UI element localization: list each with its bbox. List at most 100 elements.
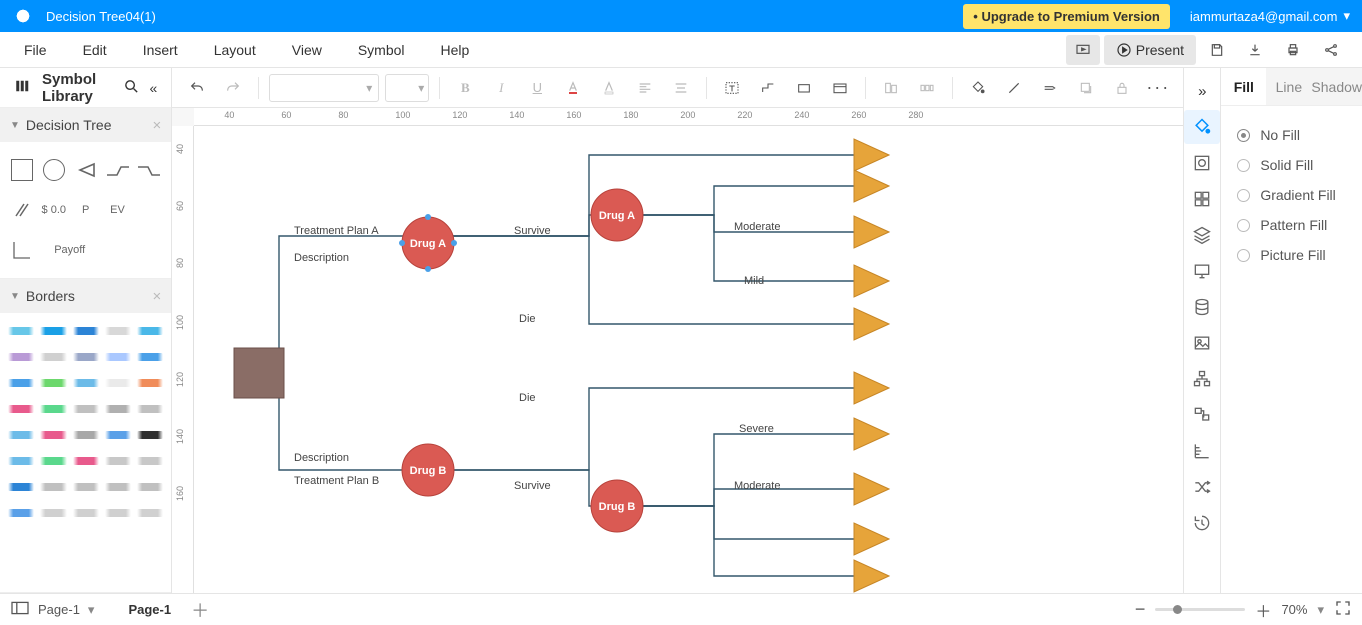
image-button[interactable]	[1184, 326, 1220, 360]
border-style[interactable]	[73, 353, 99, 361]
shape-line2[interactable]	[135, 152, 163, 188]
bold-button[interactable]: B	[450, 73, 480, 103]
menu-file[interactable]: File	[6, 32, 65, 68]
border-style[interactable]	[40, 457, 66, 465]
upgrade-button[interactable]: • Upgrade to Premium Version	[963, 4, 1170, 29]
lock-button[interactable]	[1107, 73, 1137, 103]
shape-payoff[interactable]: Payoff	[40, 232, 100, 268]
root-decision-node[interactable]	[234, 348, 284, 398]
border-style[interactable]	[73, 431, 99, 439]
chance-node-drug-a[interactable]: Drug A	[399, 214, 457, 272]
zoom-in-button[interactable]: ＋	[1255, 598, 1271, 622]
tab-shadow[interactable]: Shadow	[1311, 68, 1362, 105]
italic-button[interactable]: I	[486, 73, 516, 103]
menu-symbol[interactable]: Symbol	[340, 32, 423, 68]
border-style[interactable]	[40, 379, 66, 387]
border-style[interactable]	[73, 405, 99, 413]
shape-line1[interactable]	[104, 152, 132, 188]
tab-line[interactable]: Line	[1266, 68, 1311, 105]
border-style[interactable]	[73, 509, 99, 517]
font-size-select[interactable]: ▾	[385, 74, 429, 102]
page-panel-icon[interactable]	[10, 600, 30, 619]
container-button[interactable]	[825, 73, 855, 103]
end-node[interactable]	[854, 308, 889, 340]
shape-p[interactable]: P	[72, 192, 100, 228]
border-style[interactable]	[40, 483, 66, 491]
border-style[interactable]	[40, 509, 66, 517]
layers-button[interactable]	[1184, 218, 1220, 252]
border-style[interactable]	[8, 379, 34, 387]
font-family-select[interactable]: ▾	[269, 74, 379, 102]
shape-circle[interactable]	[40, 152, 68, 188]
search-button[interactable]	[123, 78, 140, 98]
add-page-button[interactable]: ＋	[191, 597, 209, 623]
zoom-slider[interactable]	[1155, 608, 1245, 611]
border-style[interactable]	[8, 431, 34, 439]
grid-tool-button[interactable]	[1184, 182, 1220, 216]
end-node[interactable]	[854, 139, 889, 171]
border-style[interactable]	[8, 405, 34, 413]
border-style[interactable]	[105, 483, 131, 491]
border-style[interactable]	[137, 327, 163, 335]
shuffle-button[interactable]	[1184, 470, 1220, 504]
history-button[interactable]	[1184, 506, 1220, 540]
chance-node-drug-a2[interactable]: Drug A	[591, 189, 643, 241]
border-style[interactable]	[105, 509, 131, 517]
border-style[interactable]	[40, 353, 66, 361]
shadow-button[interactable]	[1071, 73, 1101, 103]
highlight-button[interactable]	[594, 73, 624, 103]
shape-ev[interactable]: EV	[104, 192, 132, 228]
menu-view[interactable]: View	[274, 32, 340, 68]
border-style[interactable]	[105, 353, 131, 361]
more-button[interactable]: ···	[1143, 73, 1173, 103]
download-button[interactable]	[1238, 35, 1272, 65]
slideshow-settings-button[interactable]	[1066, 35, 1100, 65]
section-decision-tree[interactable]: ▼ Decision Tree ×	[0, 108, 171, 142]
menu-edit[interactable]: Edit	[65, 32, 125, 68]
canvas[interactable]: Drug A Drug A Drug B Drug B	[194, 126, 1183, 593]
shape-button[interactable]	[789, 73, 819, 103]
page-tab[interactable]: Page-1	[118, 598, 181, 621]
chance-node-drug-b[interactable]: Drug B	[402, 444, 454, 496]
end-node[interactable]	[854, 372, 889, 404]
line-color-button[interactable]	[999, 73, 1029, 103]
page-select[interactable]: Page-1	[38, 602, 80, 617]
end-node[interactable]	[854, 216, 889, 248]
border-style[interactable]	[137, 457, 163, 465]
border-style[interactable]	[8, 509, 34, 517]
connector-button[interactable]	[753, 73, 783, 103]
undo-button[interactable]	[182, 73, 212, 103]
fill-option-solid[interactable]: Solid Fill	[1237, 150, 1346, 180]
border-style[interactable]	[73, 483, 99, 491]
font-color-button[interactable]	[558, 73, 588, 103]
underline-button[interactable]: U	[522, 73, 552, 103]
end-node[interactable]	[854, 265, 889, 297]
border-style[interactable]	[40, 405, 66, 413]
shape-slashes[interactable]	[8, 192, 36, 228]
menu-layout[interactable]: Layout	[196, 32, 274, 68]
border-style[interactable]	[40, 327, 66, 335]
end-node[interactable]	[854, 170, 889, 202]
border-style[interactable]	[137, 379, 163, 387]
section-borders[interactable]: ▼ Borders ×	[0, 279, 171, 313]
border-style[interactable]	[8, 457, 34, 465]
align-tools-button[interactable]	[876, 73, 906, 103]
data-button[interactable]	[1184, 290, 1220, 324]
border-style[interactable]	[105, 405, 131, 413]
collapse-panel-button[interactable]: «	[150, 80, 158, 96]
menu-insert[interactable]: Insert	[125, 32, 196, 68]
border-style[interactable]	[73, 457, 99, 465]
border-style[interactable]	[137, 483, 163, 491]
share-button[interactable]	[1314, 35, 1348, 65]
shape-square[interactable]	[8, 152, 36, 188]
close-section-button[interactable]: ×	[153, 117, 162, 134]
border-style[interactable]	[137, 405, 163, 413]
shape-axis[interactable]	[8, 232, 36, 268]
border-style[interactable]	[105, 431, 131, 439]
redo-button[interactable]	[218, 73, 248, 103]
border-style[interactable]	[105, 457, 131, 465]
border-style[interactable]	[73, 379, 99, 387]
end-node[interactable]	[854, 473, 889, 505]
text-tool-button[interactable]	[717, 73, 747, 103]
border-style[interactable]	[40, 431, 66, 439]
